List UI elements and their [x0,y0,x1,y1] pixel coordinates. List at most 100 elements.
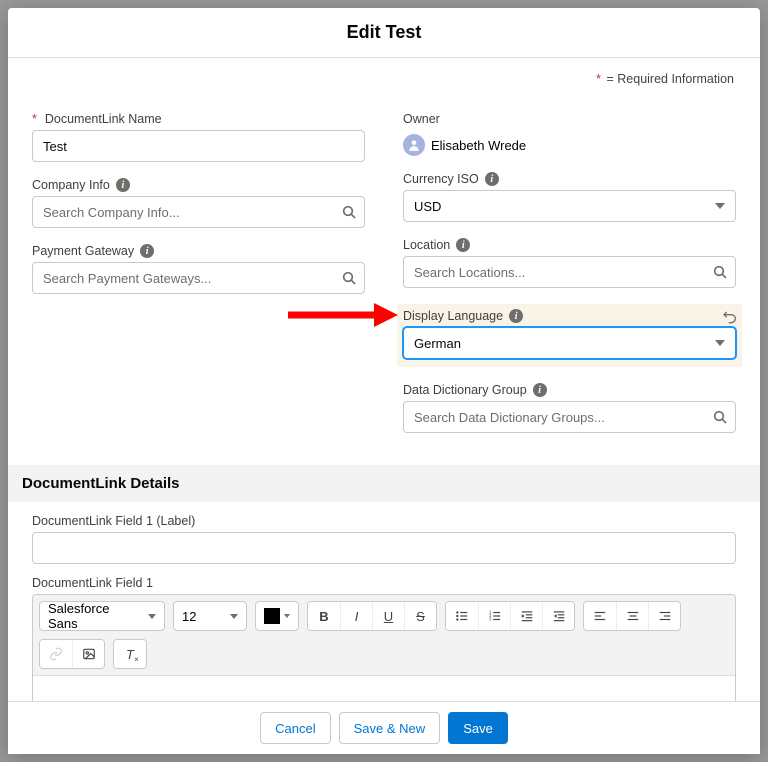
bold-button[interactable]: B [308,602,340,630]
chevron-down-icon [148,614,156,619]
rich-toolbar: Salesforce Sans 12 B I U [33,595,735,676]
info-icon[interactable]: i [456,238,470,252]
company-info-input[interactable] [32,196,365,228]
strike-button[interactable]: S [404,602,436,630]
payment-gateway-label-text: Payment Gateway [32,244,134,258]
cancel-button[interactable]: Cancel [260,712,330,744]
undo-button[interactable] [720,306,740,326]
editor-surface[interactable] [33,676,735,701]
font-value: Salesforce Sans [48,601,140,631]
modal-title: Edit Test [8,8,760,58]
required-info-note: * = Required Information [24,58,744,112]
field1-rich-label: DocumentLink Field 1 [32,576,736,590]
svg-text:3: 3 [489,617,492,622]
text-color-button[interactable] [255,601,299,631]
format-group: B I U S [307,601,437,631]
ddg-group: Data Dictionary Group i [403,383,736,433]
indent-button[interactable] [510,602,542,630]
edit-modal: Edit Test * = Required Information * Doc… [8,8,760,754]
owner-group: Owner Elisabeth Wrede [403,112,736,156]
payment-gateway-search [32,262,365,294]
payment-gateway-group: Payment Gateway i [32,244,365,294]
color-swatch [264,608,280,624]
align-left-button[interactable] [584,602,616,630]
save-new-button[interactable]: Save & New [339,712,441,744]
modal-footer: Cancel Save & New Save [8,701,760,754]
font-select[interactable]: Salesforce Sans [39,601,165,631]
chevron-down-icon [284,614,290,618]
documentlink-name-input[interactable] [32,130,365,162]
company-info-search [32,196,365,228]
clear-format-button[interactable]: T× [114,640,146,668]
info-icon[interactable]: i [116,178,130,192]
documentlink-name-label: * DocumentLink Name [32,112,365,126]
location-label: Location i [403,238,736,252]
ddg-search [403,401,736,433]
info-icon[interactable]: i [485,172,499,186]
company-info-label-text: Company Info [32,178,110,192]
owner-label-text: Owner [403,112,440,126]
bullet-list-button[interactable] [446,602,478,630]
currency-select[interactable]: USD [403,190,736,222]
search-icon [341,270,357,286]
company-info-group: Company Info i [32,178,365,228]
search-icon [712,409,728,425]
font-size-value: 12 [182,609,196,624]
currency-value: USD [414,199,441,214]
link-button[interactable] [40,640,72,668]
number-list-button[interactable]: 123 [478,602,510,630]
field1-label-group: DocumentLink Field 1 (Label) [24,502,744,564]
field1-label-input[interactable] [32,532,736,564]
field1-rich-group: DocumentLink Field 1 Salesforce Sans 12 [24,564,744,701]
align-right-button[interactable] [648,602,680,630]
language-select[interactable]: German [403,327,736,359]
ddg-label: Data Dictionary Group i [403,383,736,397]
payment-gateway-label: Payment Gateway i [32,244,365,258]
language-label-text: Display Language [403,309,503,323]
insert-group [39,639,105,669]
align-center-button[interactable] [616,602,648,630]
ddg-label-text: Data Dictionary Group [403,383,527,397]
left-column: * DocumentLink Name Company Info i [32,112,365,449]
location-group: Location i [403,238,736,288]
owner-value: Elisabeth Wrede [403,130,736,156]
align-group [583,601,681,631]
location-input[interactable] [403,256,736,288]
underline-button[interactable]: U [372,602,404,630]
search-icon [341,204,357,220]
modal-body: * = Required Information * DocumentLink … [8,58,760,701]
chevron-down-icon [715,203,725,209]
language-label: Display Language i [403,309,736,323]
search-icon [712,264,728,280]
required-star: * [596,72,601,86]
currency-label-text: Currency ISO [403,172,479,186]
ddg-input[interactable] [403,401,736,433]
documentlink-name-label-text: DocumentLink Name [45,112,162,126]
currency-group: Currency ISO i USD [403,172,736,222]
owner-label: Owner [403,112,736,126]
currency-label: Currency ISO i [403,172,736,186]
rich-editor: Salesforce Sans 12 B I U [32,594,736,701]
language-value: German [414,336,461,351]
payment-gateway-input[interactable] [32,262,365,294]
company-info-label: Company Info i [32,178,365,192]
info-icon[interactable]: i [140,244,154,258]
location-search [403,256,736,288]
image-button[interactable] [72,640,104,668]
language-group: Display Language i German [397,304,742,367]
italic-button[interactable]: I [340,602,372,630]
location-label-text: Location [403,238,450,252]
chevron-down-icon [230,614,238,619]
info-icon[interactable]: i [509,309,523,323]
form-columns: * DocumentLink Name Company Info i [24,112,744,449]
info-icon[interactable]: i [533,383,547,397]
owner-name: Elisabeth Wrede [431,138,526,153]
chevron-down-icon [715,340,725,346]
right-column: Owner Elisabeth Wrede Currency ISO i [403,112,736,449]
outdent-button[interactable] [542,602,574,630]
field1-label-label: DocumentLink Field 1 (Label) [32,514,736,528]
section-header: DocumentLink Details [8,465,760,502]
required-info-text: = Required Information [606,72,734,86]
save-button[interactable]: Save [448,712,508,744]
font-size-select[interactable]: 12 [173,601,247,631]
